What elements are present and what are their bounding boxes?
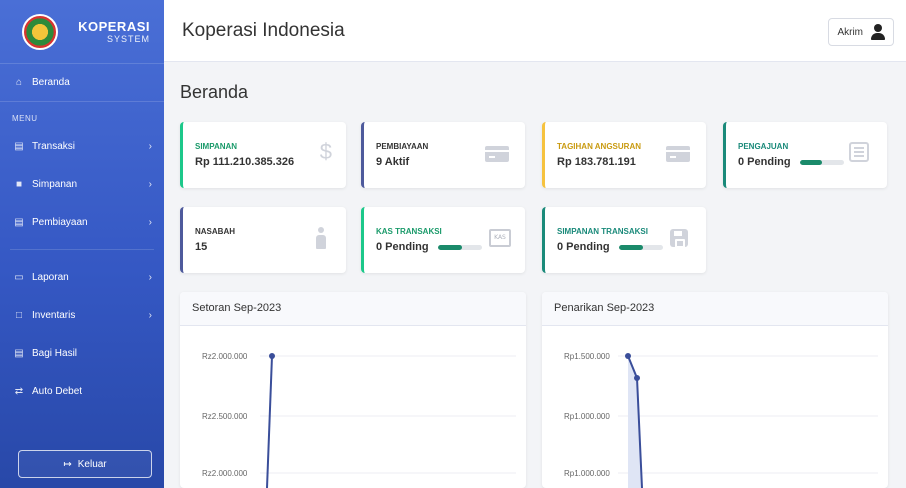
sidebar-item-label: Transaksi	[32, 140, 75, 152]
card-kas-transaksi[interactable]: KAS TRANSAKSI 0 Pending KAS	[361, 207, 525, 273]
card-value-row: 0 Pending	[738, 156, 844, 168]
user-menu-button[interactable]: Akrim	[828, 18, 894, 46]
brand-subtitle: SYSTEM	[106, 34, 150, 44]
card-label: PENGAJUAN	[738, 142, 789, 151]
penarikan-chart: Rp1.500.000 Rp1.000.000 Rp1.000.000	[564, 352, 878, 488]
progress-fill	[799, 159, 822, 165]
card-value: 0 Pending	[738, 156, 791, 168]
user-icon	[871, 24, 885, 40]
credit-card-icon	[485, 146, 509, 162]
logout-label: Keluar	[77, 458, 107, 470]
sidebar-item-label: Inventaris	[32, 309, 76, 321]
brand-title: KOPERASI	[78, 19, 150, 34]
sidebar-item-beranda[interactable]: ⌂ Beranda	[0, 64, 164, 102]
chart-title: Penarikan Sep-2023	[542, 292, 888, 326]
sidebar-item-label: Laporan	[32, 271, 69, 283]
money-icon: ▤	[14, 140, 24, 152]
data-point[interactable]	[634, 375, 640, 381]
credit-card-icon	[666, 146, 690, 162]
card-value-row: 0 Pending	[557, 241, 663, 253]
card-value-row: 0 Pending	[376, 241, 482, 253]
progress-fill	[437, 244, 462, 250]
card-label: KAS TRANSAKSI	[376, 227, 442, 236]
y-tick-label: Rz2.500.000	[202, 412, 248, 421]
sidebar-item-label: Auto Debet	[32, 385, 83, 397]
y-tick-label: Rz2.000.000	[202, 469, 248, 478]
chevron-right-icon: ›	[148, 309, 152, 321]
chart-title: Setoran Sep-2023	[180, 292, 526, 326]
card-value: 0 Pending	[557, 241, 610, 253]
chevron-right-icon: ›	[148, 216, 152, 228]
sidebar-divider	[10, 249, 154, 250]
topbar: Koperasi Indonesia Akrim	[164, 0, 906, 62]
chart-panel-setoran: Setoran Sep-2023 Rz2.000.000 Rz2.500.000…	[180, 292, 526, 488]
progress-bar	[799, 159, 844, 165]
sidebar: KOPERASI SYSTEM ⌂ Beranda MENU ▤ Transak…	[0, 0, 164, 488]
card-label: SIMPANAN	[195, 142, 238, 151]
card-simpanan[interactable]: SIMPANAN Rp 111.210.385.326 $	[180, 122, 346, 188]
card-pembiayaan[interactable]: PEMBIAYAAN 9 Aktif	[361, 122, 525, 188]
progress-fill	[618, 244, 643, 250]
card-pengajuan[interactable]: PENGAJUAN 0 Pending	[723, 122, 887, 188]
sidebar-item-laporan[interactable]: ▭ Laporan ›	[0, 258, 164, 296]
logout-button[interactable]: ↦ Keluar	[18, 450, 152, 478]
progress-bar	[618, 244, 663, 250]
home-icon: ⌂	[15, 77, 23, 88]
card-label: SIMPANAN TRANSAKSI	[557, 227, 648, 236]
card-label: TAGIHAN ANGSURAN	[557, 142, 641, 151]
brand[interactable]: KOPERASI SYSTEM	[0, 0, 164, 64]
page-title: Beranda	[180, 82, 249, 102]
monitor-icon: □	[15, 309, 23, 321]
file-icon: ▭	[14, 271, 24, 283]
card-value: Rp 183.781.191	[557, 156, 636, 168]
series-line	[266, 355, 273, 488]
sign-out-icon: ↦	[63, 458, 72, 470]
koperasi-logo	[22, 13, 58, 50]
setoran-chart: Rz2.000.000 Rz2.500.000 Rz2.000.000	[202, 352, 516, 488]
money-icon: ▤	[14, 347, 24, 359]
sidebar-item-label: Bagi Hasil	[32, 347, 78, 359]
sidebar-item-inventaris[interactable]: □ Inventaris ›	[0, 296, 164, 334]
chart-panel-penarikan: Penarikan Sep-2023 Rp1.500.000 Rp1.000.0…	[542, 292, 888, 488]
user-name: Akrim	[837, 26, 863, 38]
data-point[interactable]	[269, 353, 275, 359]
sidebar-section-label: MENU	[12, 114, 38, 123]
card-value: 0 Pending	[376, 241, 429, 253]
y-tick-label: Rp1.000.000	[564, 412, 610, 421]
data-point[interactable]	[625, 353, 631, 359]
list-icon	[849, 142, 869, 162]
card-value: 9 Aktif	[376, 156, 410, 168]
save-icon	[670, 229, 688, 248]
sidebar-item-auto-debet[interactable]: ⇄ Auto Debet	[0, 372, 164, 410]
chevron-right-icon: ›	[148, 140, 152, 152]
sidebar-item-simpanan[interactable]: ■ Simpanan ›	[0, 165, 164, 203]
chevron-right-icon: ›	[148, 178, 152, 190]
lock-icon: ■	[15, 178, 23, 190]
progress-bar	[437, 244, 482, 250]
app-title: Koperasi Indonesia	[182, 19, 345, 41]
sidebar-item-label: Pembiayaan	[32, 216, 88, 228]
sidebar-item-label: Beranda	[32, 77, 70, 88]
kas-icon: KAS	[489, 229, 511, 247]
y-tick-label: Rz2.000.000	[202, 352, 248, 361]
chevron-right-icon: ›	[148, 271, 152, 283]
sidebar-item-bagi-hasil[interactable]: ▤ Bagi Hasil	[0, 334, 164, 372]
sidebar-item-transaksi[interactable]: ▤ Transaksi ›	[0, 127, 164, 165]
exchange-icon: ⇄	[14, 385, 24, 397]
dollar-icon: $	[319, 139, 332, 164]
sidebar-item-label: Simpanan	[32, 178, 78, 190]
card-value: Rp 111.210.385.326	[195, 156, 295, 168]
card-label: NASABAH	[195, 227, 235, 236]
card-simpanan-transaksi[interactable]: SIMPANAN TRANSAKSI 0 Pending	[542, 207, 706, 273]
card-nasabah[interactable]: NASABAH 15	[180, 207, 346, 273]
card-label: PEMBIAYAAN	[376, 142, 429, 151]
y-tick-label: Rp1.500.000	[564, 352, 610, 361]
person-icon	[316, 227, 326, 249]
card-value: 15	[195, 241, 208, 253]
y-tick-label: Rp1.000.000	[564, 469, 610, 478]
sidebar-item-pembiayaan[interactable]: ▤ Pembiayaan ›	[0, 203, 164, 241]
card-tagihan-angsuran[interactable]: TAGIHAN ANGSURAN Rp 183.781.191	[542, 122, 706, 188]
credit-card-icon: ▤	[14, 216, 24, 228]
